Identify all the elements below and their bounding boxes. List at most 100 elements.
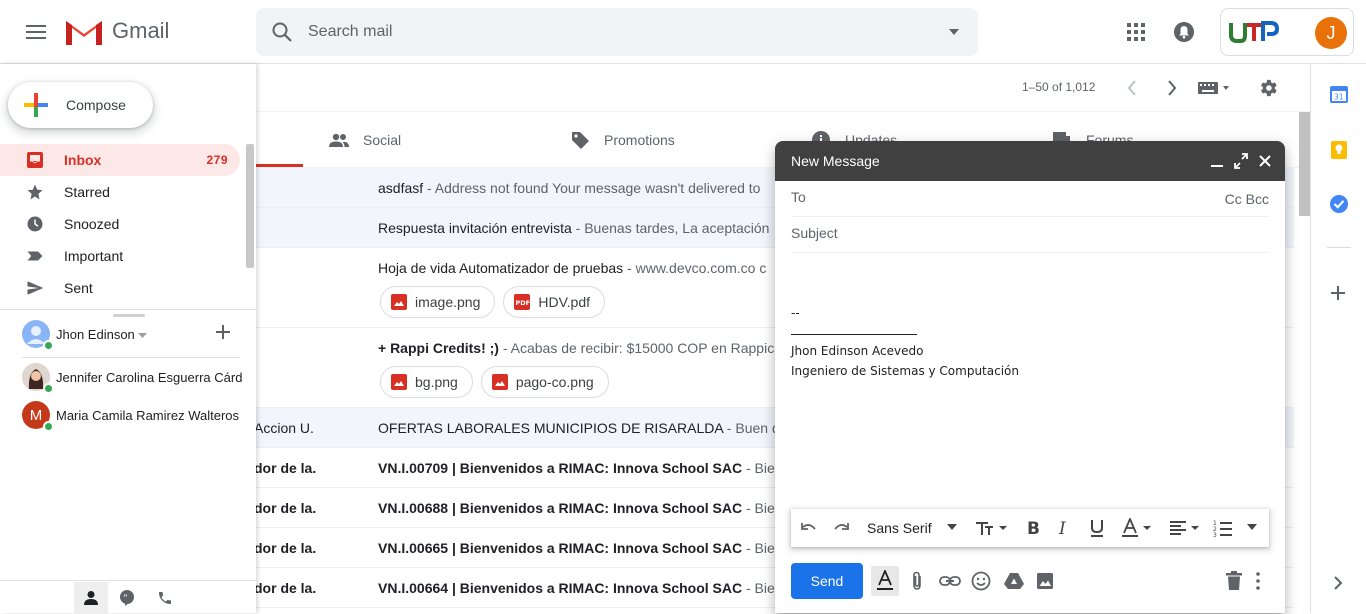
conversations-tab-quote-icon[interactable]: ” — [110, 582, 144, 614]
google-drive-icon[interactable] — [1003, 570, 1025, 592]
sidebar-item-important[interactable]: Important — [0, 240, 240, 272]
attachment-chip[interactable]: bg.png — [380, 366, 473, 398]
chevron-left-icon[interactable] — [1124, 78, 1140, 98]
sidebar-scrollbar[interactable] — [246, 144, 254, 268]
chevron-down-icon[interactable] — [138, 333, 147, 339]
gmail-m-icon — [66, 21, 102, 45]
hangouts-contact[interactable]: Jennifer Carolina Esguerra Cárdenas — [22, 360, 242, 394]
email-sender: dor de la. — [254, 460, 317, 476]
keyboard-input-icon[interactable] — [1197, 80, 1233, 96]
phone-tab-phone-icon[interactable] — [148, 582, 182, 614]
svg-text:”: ” — [123, 594, 128, 604]
tag-icon — [570, 130, 590, 150]
chevron-right-icon[interactable] — [1333, 576, 1343, 590]
attachment-chip[interactable]: PDF HDV.pdf — [503, 286, 606, 318]
sidebar-item-sent[interactable]: Sent — [0, 272, 240, 304]
tab-label: Promotions — [604, 132, 675, 148]
hangouts-contact[interactable]: M Maria Camila Ramirez Walteros — [22, 398, 242, 432]
attachment-chip[interactable]: image.png — [380, 286, 496, 318]
sidebar-item-label: Starred — [64, 184, 110, 200]
attachment-chips: image.png PDF HDV.pdf — [380, 286, 613, 318]
compose-label: Compose — [66, 97, 126, 113]
new-conversation-plus-icon[interactable] — [216, 325, 230, 339]
numbered-list-icon[interactable]: 123 — [1213, 518, 1233, 538]
formatting-options-icon[interactable] — [875, 570, 895, 592]
email-subject: VN.I.00709 | Bienvenidos a RIMAC: Innova… — [378, 460, 743, 476]
insert-photo-icon[interactable] — [1035, 570, 1055, 592]
svg-text:B: B — [1027, 519, 1040, 538]
signature-underline — [791, 334, 917, 335]
compose-header[interactable]: New Message — [775, 141, 1285, 181]
font-family-select[interactable]: Sans Serif — [867, 520, 932, 536]
search-bar[interactable] — [256, 8, 978, 56]
important-icon — [26, 247, 44, 265]
email-subject: VN.I.00664 | Bienvenidos a RIMAC: Innova… — [378, 580, 743, 596]
redo-icon[interactable] — [831, 518, 851, 538]
google-apps-icon[interactable] — [1124, 20, 1148, 44]
email-subject: VN.I.00688 | Bienvenidos a RIMAC: Innova… — [378, 500, 743, 516]
contacts-tab-person-icon[interactable] — [74, 582, 108, 614]
full-screen-icon[interactable] — [1234, 153, 1248, 169]
to-input[interactable] — [791, 189, 1211, 205]
people-icon — [329, 132, 349, 148]
account-switcher[interactable]: J — [1220, 8, 1354, 56]
online-status-dot — [43, 421, 54, 432]
chevron-right-icon[interactable] — [1164, 78, 1180, 98]
send-button[interactable]: Send — [791, 563, 863, 599]
message-list-scrollbar[interactable] — [1299, 112, 1310, 216]
notifications-icon[interactable] — [1172, 20, 1196, 44]
search-icon[interactable] — [270, 20, 294, 44]
bold-icon[interactable]: B — [1025, 518, 1041, 538]
close-icon[interactable] — [1258, 153, 1272, 169]
more-formatting-dropdown-icon[interactable] — [1247, 524, 1257, 530]
more-options-icon[interactable] — [1255, 570, 1261, 592]
email-subject: OFERTAS LABORALES MUNICIPIOS DE RISARALD… — [378, 420, 723, 436]
undo-icon[interactable] — [799, 518, 819, 538]
email-snippet: - Acabas de recibir: $15000 COP en Rappi… — [498, 340, 787, 356]
calendar-icon[interactable]: 31 — [1329, 84, 1349, 104]
add-addon-plus-icon[interactable] — [1331, 286, 1345, 300]
message-body[interactable]: -- Jhon Edinson Acevedo Ingeniero de Sis… — [791, 303, 1019, 381]
underline-icon[interactable] — [1089, 518, 1105, 538]
gear-icon[interactable] — [1257, 77, 1279, 99]
tasks-icon[interactable] — [1329, 194, 1349, 214]
avatar — [22, 363, 54, 394]
main-menu-icon[interactable] — [20, 18, 52, 46]
search-options-dropdown-icon[interactable] — [948, 26, 960, 38]
email-sender: dor de la. — [254, 540, 317, 556]
cc-bcc-link[interactable]: Cc Bcc — [1225, 191, 1269, 207]
email-subject-line: Hoja de vida Automatizador de pruebas - … — [378, 260, 766, 276]
attachment-name: pago-co.png — [515, 374, 594, 390]
sidebar-item-label: Inbox — [64, 152, 102, 168]
account-avatar[interactable]: J — [1315, 17, 1347, 49]
sidebar-item-starred[interactable]: Starred — [0, 176, 240, 208]
email-subject-line: VN.I.00664 | Bienvenidos a RIMAC: Innova… — [378, 580, 790, 596]
compose-plus-icon — [24, 93, 48, 117]
gmail-logo[interactable]: Gmail — [64, 15, 169, 47]
keep-icon[interactable] — [1329, 140, 1349, 160]
discard-draft-trash-icon[interactable] — [1225, 570, 1243, 592]
email-snippet: - www.devco.com.co c — [623, 260, 767, 276]
avatar — [22, 320, 54, 351]
text-color-icon[interactable] — [1121, 518, 1155, 538]
tab-social[interactable]: Social — [329, 112, 401, 168]
send-icon — [26, 279, 44, 297]
insert-emoji-icon[interactable] — [971, 570, 991, 592]
email-snippet: - Address not found Your message wasn't … — [423, 180, 761, 196]
italic-icon[interactable]: I — [1057, 518, 1073, 538]
sidebar-item-inbox[interactable]: Inbox 279 — [0, 144, 240, 176]
email-subject-line: Respuesta invitación entrevista - Buenas… — [378, 220, 769, 236]
compose-button[interactable]: Compose — [8, 82, 153, 128]
subject-input[interactable] — [791, 225, 1211, 241]
align-icon[interactable] — [1169, 518, 1203, 538]
sidebar-item-snoozed[interactable]: Snoozed — [0, 208, 240, 240]
attach-file-icon[interactable] — [907, 570, 927, 592]
insert-link-icon[interactable] — [939, 570, 961, 592]
search-input[interactable] — [308, 20, 908, 44]
tab-promotions[interactable]: Promotions — [570, 112, 675, 168]
attachment-chip[interactable]: pago-co.png — [480, 366, 609, 398]
minimize-icon[interactable] — [1210, 153, 1224, 169]
chevron-down-icon[interactable] — [947, 524, 957, 530]
font-size-icon[interactable] — [975, 518, 1009, 538]
hangouts-self[interactable]: Jhon Edinson — [22, 317, 242, 351]
